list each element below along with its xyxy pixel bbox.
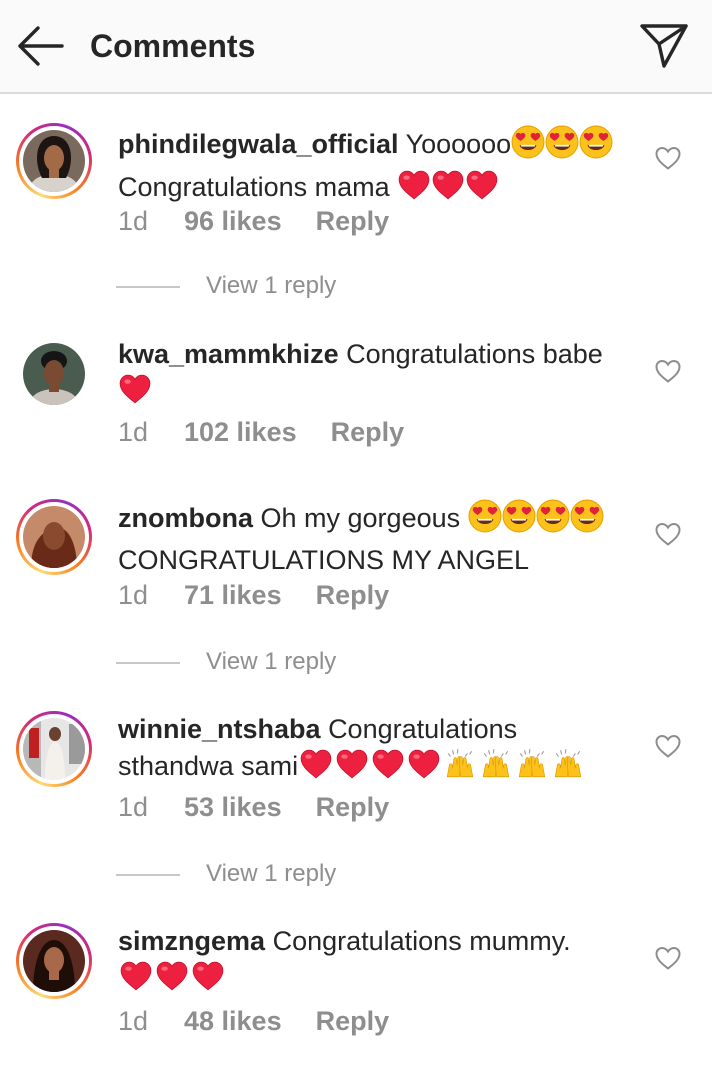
comment-meta: 1d 53 likes Reply [118, 789, 389, 825]
reply-button[interactable]: Reply [316, 1006, 390, 1036]
like-count[interactable]: 53 likes [184, 789, 282, 825]
comment-time: 1d [118, 206, 149, 236]
red-heart-emoji-icon [406, 747, 442, 790]
heart-outline-icon[interactable] [654, 945, 682, 971]
comment-text: CONGRATULATIONS MY ANGEL [118, 545, 530, 575]
reply-button[interactable]: Reply [316, 206, 390, 236]
red-heart-emoji-icon [465, 168, 499, 211]
divider [116, 662, 180, 664]
comment-meta: 1d 96 likes Reply [118, 203, 389, 239]
reply-button[interactable]: Reply [331, 417, 405, 447]
red-heart-emoji-icon [298, 747, 334, 790]
comment-time: 1d [118, 580, 149, 610]
divider [116, 286, 180, 288]
heart-eyes-emoji-icon [579, 125, 613, 168]
reply-button[interactable]: Reply [316, 580, 390, 610]
avatar[interactable] [16, 499, 92, 575]
comment-text: Congratulations babe [346, 339, 603, 369]
like-count[interactable]: 71 likes [184, 577, 282, 613]
header-bar: Comments [0, 0, 712, 94]
red-heart-emoji-icon [118, 372, 152, 415]
avatar[interactable] [16, 336, 92, 412]
heart-eyes-emoji-icon [536, 499, 570, 542]
avatar[interactable] [16, 711, 92, 787]
comment-username[interactable]: kwa_mammkhize [118, 339, 339, 369]
red-heart-emoji-icon [190, 959, 226, 1002]
heart-outline-icon[interactable] [654, 358, 682, 384]
raising-hands-emoji-icon [478, 747, 514, 790]
comment-time: 1d [118, 417, 149, 447]
comment-username[interactable]: znombona [118, 503, 253, 533]
heart-eyes-emoji-icon [511, 125, 545, 168]
avatar[interactable] [16, 923, 92, 999]
red-heart-emoji-icon [154, 959, 190, 1002]
red-heart-emoji-icon [334, 747, 370, 790]
red-heart-emoji-icon [118, 959, 154, 1002]
red-heart-emoji-icon [397, 168, 431, 211]
heart-eyes-emoji-icon [545, 125, 579, 168]
heart-outline-icon[interactable] [654, 521, 682, 547]
comment-time: 1d [118, 792, 149, 822]
comment-username[interactable]: phindilegwala_official [118, 129, 399, 159]
like-count[interactable]: 96 likes [184, 203, 282, 239]
heart-outline-icon[interactable] [654, 733, 682, 759]
comment-meta: 1d 71 likes Reply [118, 577, 389, 613]
comment-text: Congratulations mama [118, 172, 398, 202]
avatar[interactable] [16, 123, 92, 199]
comment-meta: 1d 102 likes Reply [118, 414, 404, 450]
comment-text: Congratulations mummy. [272, 926, 571, 956]
comment-time: 1d [118, 1006, 149, 1036]
red-heart-emoji-icon [431, 168, 465, 211]
comment-username[interactable]: simzngema [118, 926, 265, 956]
heart-eyes-emoji-icon [502, 499, 536, 542]
comment-text: Oh my gorgeous [260, 503, 468, 533]
like-count[interactable]: 102 likes [184, 414, 297, 450]
page-title: Comments [90, 28, 256, 64]
raising-hands-emoji-icon [514, 747, 550, 790]
divider [116, 874, 180, 876]
like-count[interactable]: 48 likes [184, 1003, 282, 1039]
comment-text: Yoooooo [405, 129, 512, 159]
comment-username[interactable]: winnie_ntshaba [118, 714, 321, 744]
back-arrow-icon[interactable] [14, 24, 66, 68]
heart-eyes-emoji-icon [468, 499, 502, 542]
comment-meta: 1d 48 likes Reply [118, 1003, 389, 1039]
paper-plane-icon[interactable] [638, 20, 690, 70]
comment-text: Congratulations [328, 714, 518, 744]
heart-outline-icon[interactable] [654, 145, 682, 171]
raising-hands-emoji-icon [550, 747, 586, 790]
reply-button[interactable]: Reply [316, 792, 390, 822]
red-heart-emoji-icon [370, 747, 406, 790]
heart-eyes-emoji-icon [570, 499, 604, 542]
raising-hands-emoji-icon [442, 747, 478, 790]
comment-text: sthandwa sami [118, 751, 299, 781]
